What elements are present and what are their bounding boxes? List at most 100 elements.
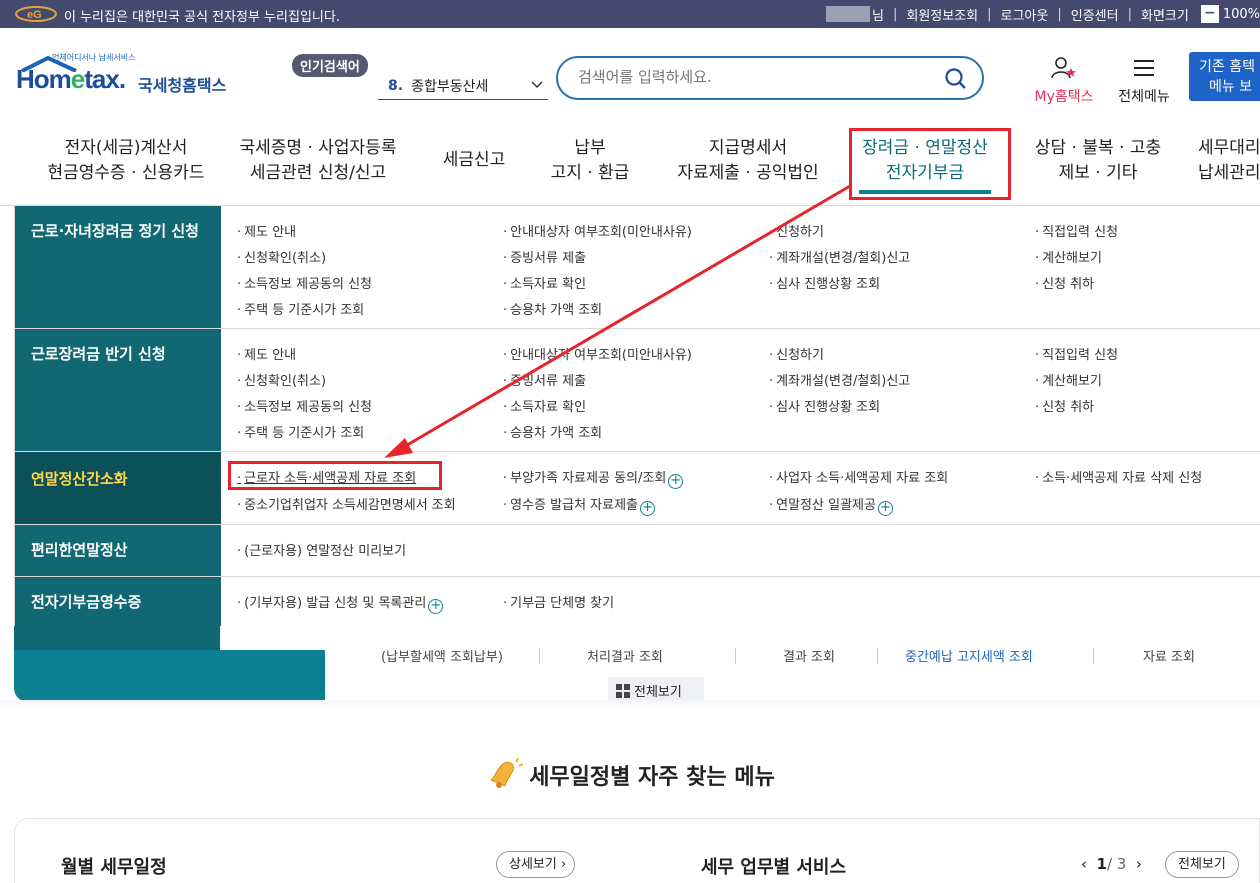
mega-link[interactable]: 부양가족 자료제공 동의/조회+: [503, 467, 684, 489]
mega-link[interactable]: 승용차 가액 조회: [503, 299, 602, 318]
egov-logo-icon: eG: [15, 6, 57, 22]
zoom-out-button[interactable]: −: [1200, 5, 1219, 23]
mega-link[interactable]: 안내대상자 여부조회(미안내사유): [503, 344, 692, 363]
schedule-panel: 월별 세무일정 상세보기 › 세무 업무별 서비스 ‹ 1/ 3 › 전체보기: [14, 818, 1260, 883]
mega-link[interactable]: 소득자료 확인: [503, 273, 586, 292]
behind-tab-row: (납부할세액 조회납부) 처리결과 조회 결과 조회 중간예납 고지세액 조회 …: [325, 648, 1260, 670]
bell-icon: [490, 758, 524, 788]
mega-link[interactable]: 신청 취하: [1035, 396, 1094, 415]
plus-icon[interactable]: +: [877, 501, 893, 516]
plus-icon[interactable]: +: [668, 474, 684, 489]
all-menu-button[interactable]: 전체메뉴: [1112, 56, 1176, 106]
chevron-down-icon: [531, 81, 543, 89]
cert-center-link[interactable]: 인증센터: [1071, 5, 1119, 24]
prev-page-icon[interactable]: ‹: [1081, 855, 1087, 873]
view-all-chip[interactable]: 전체보기: [608, 677, 704, 701]
behind-tab[interactable]: 결과 조회: [783, 646, 835, 665]
gnb-payment-statement[interactable]: 지급명세서 자료제출 · 공익법인: [666, 136, 830, 186]
mega-link[interactable]: 신청하기: [769, 344, 824, 363]
mega-link[interactable]: 소득·세액공제 자료 삭제 신청: [1035, 467, 1202, 486]
mega-link[interactable]: 영수증 발급처 자료제출+: [503, 494, 656, 516]
mega-link[interactable]: 계좌개설(변경/철회)신고: [769, 247, 910, 266]
hometax-logo[interactable]: 언제어디서나 납세서비스 Hometax. 국세청홈택스: [16, 52, 236, 104]
mega-link[interactable]: 기부금 단체명 찾기: [503, 592, 614, 611]
mega-link[interactable]: 소득자료 확인: [503, 396, 586, 415]
site-header: 언제어디서나 납세서비스 Hometax. 국세청홈택스 인기검색어 8. 종합…: [0, 28, 1260, 124]
mega-link[interactable]: 중소기업취업자 소득세감면명세서 조회: [237, 494, 456, 513]
behind-tab[interactable]: 처리결과 조회: [587, 646, 663, 665]
mega-link[interactable]: 안내대상자 여부조회(미안내사유): [503, 221, 692, 240]
utility-links: 님 | 회원정보조회 | 로그아웃 | 인증센터 | 화면크기 − 100%: [826, 0, 1260, 28]
mega-link[interactable]: 계좌개설(변경/철회)신고: [769, 370, 910, 389]
mega-category-eitc[interactable]: 근로·자녀장려금 정기 신청: [15, 206, 221, 328]
plus-icon[interactable]: +: [640, 501, 656, 516]
search-box: [556, 56, 984, 100]
mega-link[interactable]: 신청확인(취소): [237, 247, 326, 266]
gnb-tax-report[interactable]: 세금신고: [428, 148, 520, 173]
pager: ‹ 1/ 3 ›: [1081, 855, 1142, 873]
all-menu-label: 전체메뉴: [1118, 89, 1170, 105]
search-icon[interactable]: [944, 67, 968, 91]
mega-link[interactable]: 심사 진행상황 조회: [769, 273, 880, 292]
mega-category-yearend[interactable]: 연말정산간소화: [15, 452, 221, 524]
popular-search-dropdown[interactable]: 8. 종합부동산세: [378, 72, 548, 100]
mega-link[interactable]: 직접입력 신청: [1035, 344, 1118, 363]
mega-link[interactable]: 소득정보 제공동의 신청: [237, 273, 372, 292]
screen-size-label: 화면크기: [1140, 8, 1189, 24]
mega-category-donation[interactable]: 전자기부금영수증: [15, 577, 221, 626]
mega-link[interactable]: 제도 안내: [237, 344, 296, 363]
mega-link[interactable]: 신청하기: [769, 221, 824, 240]
mega-link[interactable]: 소득정보 제공동의 신청: [237, 396, 372, 415]
mega-link[interactable]: 증빙서류 제출: [503, 247, 586, 266]
gnb-e-invoice[interactable]: 전자(세금)계산서 현금영수증 · 신용카드: [36, 136, 216, 186]
gnb-highlight-box: [849, 128, 1011, 200]
mega-link[interactable]: (기부자용) 발급 신청 및 목록관리+: [237, 592, 444, 614]
zoom-level: 100%: [1222, 6, 1260, 22]
view-all-button[interactable]: 전체보기: [1165, 851, 1239, 878]
gnb-certificate[interactable]: 국세증명 · 사업자등록 세금관련 신청/신고: [228, 136, 408, 186]
next-page-icon[interactable]: ›: [1136, 855, 1142, 873]
detail-view-button[interactable]: 상세보기 ›: [496, 851, 576, 878]
search-input[interactable]: [578, 58, 938, 96]
gnb-consult[interactable]: 상담 · 불복 · 고충 제보 · 기타: [1026, 136, 1170, 186]
gnb-payment[interactable]: 납부 고지 · 환급: [540, 136, 640, 186]
user-name-redacted: [826, 6, 870, 22]
mega-category-semiannual[interactable]: 근로장려금 반기 신청: [15, 329, 221, 451]
mega-category-convenient[interactable]: 편리한연말정산: [15, 525, 221, 576]
member-info-link[interactable]: 회원정보조회: [906, 5, 978, 24]
mega-link[interactable]: 주택 등 기준시가 조회: [237, 422, 364, 441]
old-menu-button[interactable]: 기존 홈텍 메뉴 보: [1189, 52, 1260, 101]
mega-link[interactable]: 계산해보기: [1035, 247, 1102, 266]
mega-link[interactable]: 사업자 소득·세액공제 자료 조회: [769, 467, 948, 486]
mega-link[interactable]: 증빙서류 제출: [503, 370, 586, 389]
monthly-schedule-title: 월별 세무일정: [61, 857, 167, 878]
my-hometax-button[interactable]: My홈택스: [1028, 56, 1100, 106]
logout-link[interactable]: 로그아웃: [1001, 5, 1049, 24]
section-title: 세무일정별 자주 찾는 메뉴: [0, 758, 1260, 791]
mega-link[interactable]: 계산해보기: [1035, 370, 1102, 389]
gov-banner: eG 이 누리집은 대한민국 공식 전자정부 누리집입니다. 님 | 회원정보조…: [0, 0, 1260, 28]
behind-tab[interactable]: 중간예납 고지세액 조회: [905, 646, 1033, 665]
plus-icon[interactable]: +: [428, 599, 444, 614]
chevron-right-icon: ›: [560, 857, 567, 872]
mega-link[interactable]: 심사 진행상황 조회: [769, 396, 880, 415]
hamburger-icon: [1134, 60, 1154, 76]
zoom-control: − 100%: [1200, 5, 1260, 23]
behind-teal-panel: [14, 650, 325, 702]
mega-link[interactable]: 제도 안내: [237, 221, 296, 240]
behind-tab[interactable]: (납부할세액 조회납부): [381, 646, 503, 665]
mega-link[interactable]: 신청 취하: [1035, 273, 1094, 292]
link-highlight-box: [228, 461, 442, 490]
mega-link[interactable]: 직접입력 신청: [1035, 221, 1118, 240]
logo-tagline: 언제어디서나 납세서비스: [52, 53, 136, 62]
mega-link[interactable]: (근로자용) 연말정산 미리보기: [237, 540, 406, 559]
mega-link[interactable]: 연말정산 일괄제공+: [769, 494, 893, 516]
mega-link[interactable]: 주택 등 기준시가 조회: [237, 299, 364, 318]
mega-section-semiannual: 근로장려금 반기 신청 제도 안내 안내대상자 여부조회(미안내사유) 신청하기…: [15, 329, 1260, 452]
user-star-icon: [1051, 57, 1076, 79]
services-title: 세무 업무별 서비스: [701, 857, 847, 878]
mega-link[interactable]: 승용차 가액 조회: [503, 422, 602, 441]
gnb-tax-agent[interactable]: 세무대리 납세관리: [1198, 136, 1260, 186]
behind-tab[interactable]: 자료 조회: [1143, 646, 1195, 665]
mega-link[interactable]: 신청확인(취소): [237, 370, 326, 389]
